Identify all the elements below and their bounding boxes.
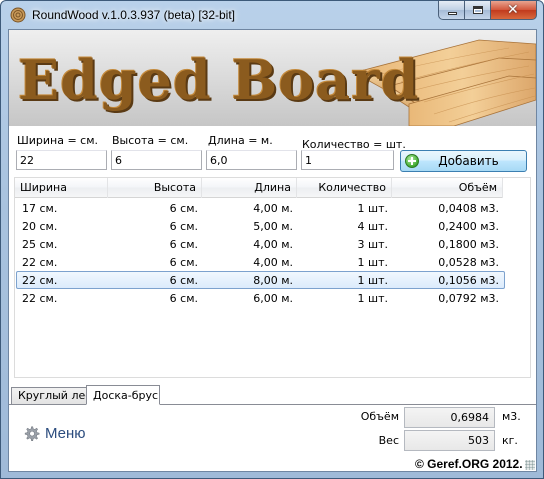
- cell-volume: 0,2400 м3.: [438, 220, 499, 233]
- menu-label: Меню: [45, 424, 86, 442]
- add-button-label: Добавить: [438, 154, 499, 168]
- banner: Edged Board: [9, 30, 536, 126]
- boards-table[interactable]: Ширина Высота Длина Количество Объём 17 …: [14, 177, 531, 378]
- cell-width: 20 см.: [22, 220, 58, 233]
- minimize-icon: [448, 12, 457, 15]
- minimize-button[interactable]: [438, 1, 465, 20]
- cell-height: 6 см.: [169, 202, 198, 215]
- weight-unit: кг.: [502, 434, 518, 447]
- app-icon: [10, 7, 26, 23]
- cell-volume: 0,1800 м3.: [438, 238, 499, 251]
- width-input[interactable]: [16, 150, 107, 170]
- volume-total: 0,6984: [404, 407, 495, 428]
- cell-height: 6 см.: [169, 256, 198, 269]
- cell-volume: 0,0792 м3.: [438, 292, 499, 305]
- resize-grip[interactable]: [525, 460, 535, 470]
- title-bar[interactable]: RoundWood v.1.0.3.937 (beta) [32-bit] ✕: [1, 1, 543, 29]
- add-button[interactable]: Добавить: [400, 150, 527, 172]
- cell-quantity: 1 шт.: [357, 292, 388, 305]
- length-input[interactable]: [206, 150, 297, 170]
- close-button[interactable]: ✕: [491, 1, 537, 20]
- caption-buttons: ✕: [438, 1, 537, 21]
- width-label: Ширина = см.: [17, 134, 99, 147]
- weight-label: Вес: [378, 434, 399, 447]
- cell-width: 22 см.: [22, 274, 58, 287]
- table-row[interactable]: 25 см. 6 см. 4,00 м. 3 шт. 0,1800 м3.: [16, 235, 505, 253]
- column-header-width[interactable]: Ширина: [15, 178, 108, 198]
- cell-quantity: 4 шт.: [357, 220, 388, 233]
- column-header-length[interactable]: Длина: [202, 178, 297, 198]
- copyright-text: © Geref.ORG 2012.: [415, 457, 523, 471]
- app-window: RoundWood v.1.0.3.937 (beta) [32-bit] ✕: [0, 0, 544, 479]
- cell-height: 6 см.: [169, 220, 198, 233]
- volume-unit: м3.: [502, 410, 521, 423]
- cell-length: 5,00 м.: [253, 220, 293, 233]
- cell-quantity: 1 шт.: [357, 256, 388, 269]
- cell-height: 6 см.: [169, 274, 198, 287]
- close-icon: ✕: [507, 2, 519, 18]
- cell-quantity: 1 шт.: [357, 274, 388, 287]
- column-header-height[interactable]: Высота: [108, 178, 202, 198]
- cell-height: 6 см.: [169, 238, 198, 251]
- column-header-volume[interactable]: Объём: [392, 178, 503, 198]
- table-row[interactable]: 22 см. 6 см. 4,00 м. 1 шт. 0,0528 м3.: [16, 253, 505, 271]
- table-row[interactable]: 22 см. 6 см. 6,00 м. 1 шт. 0,0792 м3.: [16, 289, 505, 307]
- height-label: Высота = см.: [112, 134, 189, 147]
- weight-total: 503: [404, 430, 495, 451]
- menu-link[interactable]: Меню: [23, 422, 86, 444]
- cell-width: 22 см.: [22, 292, 58, 305]
- maximize-icon: [473, 6, 483, 14]
- cell-length: 6,00 м.: [253, 292, 293, 305]
- quantity-input[interactable]: [301, 150, 394, 170]
- table-body: 17 см. 6 см. 4,00 м. 1 шт. 0,0408 м3. 20…: [15, 199, 532, 307]
- cell-quantity: 3 шт.: [357, 238, 388, 251]
- tab-board-beam[interactable]: Доска-брус: [86, 385, 160, 405]
- cell-volume: 0,0408 м3.: [438, 202, 499, 215]
- cell-length: 4,00 м.: [253, 238, 293, 251]
- length-label: Длина = м.: [208, 134, 273, 147]
- column-header-quantity[interactable]: Количество: [297, 178, 392, 198]
- cell-length: 4,00 м.: [253, 256, 293, 269]
- cell-quantity: 1 шт.: [357, 202, 388, 215]
- volume-label: Объём: [360, 410, 399, 423]
- banner-title: Edged Board: [18, 48, 420, 112]
- window-title: RoundWood v.1.0.3.937 (beta) [32-bit]: [32, 8, 236, 22]
- cell-volume: 0,1056 м3.: [438, 274, 499, 287]
- maximize-button[interactable]: [465, 1, 491, 20]
- table-header: Ширина Высота Длина Количество Объём: [15, 178, 503, 198]
- table-row-selected[interactable]: 22 см. 6 см. 8,00 м. 1 шт. 0,1056 м3.: [16, 271, 505, 289]
- cell-length: 4,00 м.: [253, 202, 293, 215]
- height-input[interactable]: [111, 150, 202, 170]
- cell-length: 8,00 м.: [253, 274, 293, 287]
- client-area: Edged Board Ширина = см. Высота = см. Дл…: [8, 29, 537, 472]
- gear-icon: [24, 425, 40, 441]
- cell-width: 17 см.: [22, 202, 58, 215]
- table-row[interactable]: 20 см. 6 см. 5,00 м. 4 шт. 0,2400 м3.: [16, 217, 505, 235]
- cell-width: 22 см.: [22, 256, 58, 269]
- cell-volume: 0,0528 м3.: [438, 256, 499, 269]
- cell-width: 25 см.: [22, 238, 58, 251]
- table-row[interactable]: 17 см. 6 см. 4,00 м. 1 шт. 0,0408 м3.: [16, 199, 505, 217]
- cell-height: 6 см.: [169, 292, 198, 305]
